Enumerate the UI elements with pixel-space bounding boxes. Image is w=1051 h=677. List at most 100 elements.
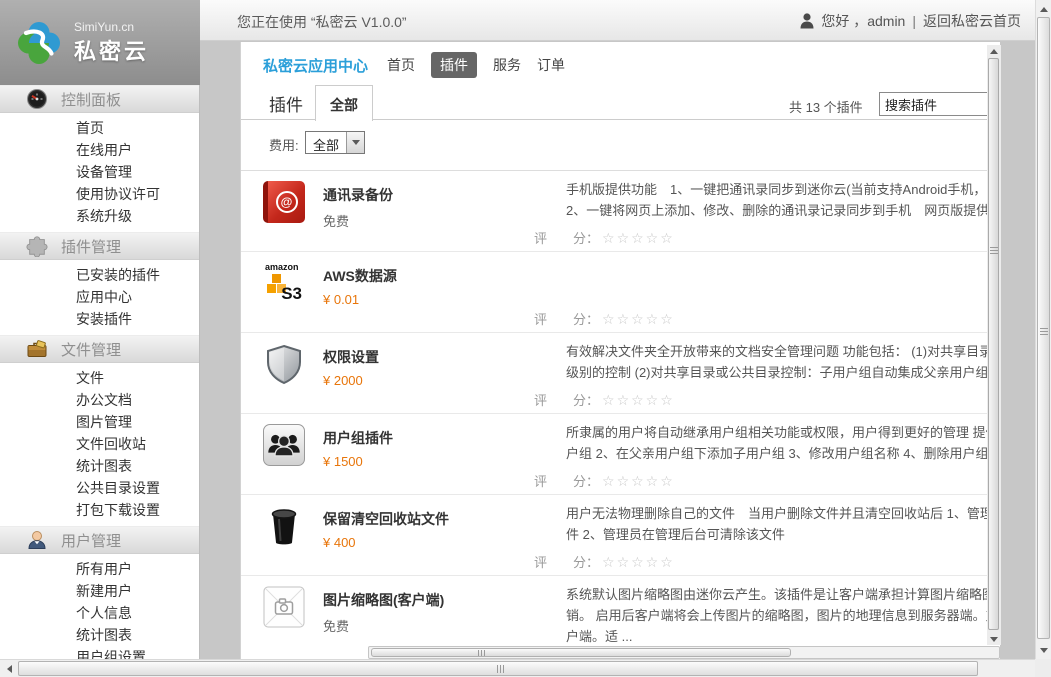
trash-bin-icon <box>263 505 305 547</box>
logo-domain: SimiYun.cn <box>74 20 149 34</box>
sidebar-item-office-docs[interactable]: 办公文档 <box>0 389 199 411</box>
pane-vscrollbar-thumb[interactable] <box>988 58 999 630</box>
fee-select-value: 全部 <box>306 132 346 153</box>
user-icon <box>26 529 48 551</box>
address-book-icon: @ <box>263 181 305 223</box>
nav-tab-plugins-active[interactable]: 插件 <box>431 52 477 78</box>
scroll-up-arrow[interactable] <box>987 45 1001 57</box>
fee-filter-row: 费用: 全部 <box>241 120 1000 170</box>
plugin-name[interactable]: AWS数据源 <box>323 266 397 286</box>
window-horizontal-scrollbar[interactable] <box>0 659 1051 677</box>
plugin-row[interactable]: amazonS3 AWS数据源 ¥ 0.01 评分：☆☆☆☆☆ <box>241 252 1000 333</box>
sidebar-item-statistics[interactable]: 统计图表 <box>0 455 199 477</box>
sidebar-item-app-center[interactable]: 应用中心 <box>0 286 199 308</box>
app-center-title: 私密云应用中心 <box>263 55 368 76</box>
plugin-rating: 评分：☆☆☆☆☆ <box>534 309 675 328</box>
topbar-separator: | <box>912 13 916 29</box>
plugin-description: 用户无法物理删除自己的文件 当用户删除文件并且清空回收站后 1、管理员在管理后台… <box>566 503 1000 545</box>
plugin-name[interactable]: 保留清空回收站文件 <box>323 509 449 529</box>
plugin-price: ¥ 400 <box>323 535 356 550</box>
chevron-down-icon[interactable] <box>346 132 364 153</box>
plugin-description: 系统默认图片缩略图由迷你云产生。该插件是让客户端承担计算图片缩略图的任务，降低服… <box>566 584 1000 647</box>
sidebar-item-files[interactable]: 文件 <box>0 367 199 389</box>
sidebar-item-recycle-bin[interactable]: 文件回收站 <box>0 433 199 455</box>
plugin-description: 手机版提供功能 1、一键把通讯录同步到迷你云(当前支持Android手机，iPh… <box>566 179 1000 221</box>
window-hscrollbar-thumb[interactable] <box>18 661 978 676</box>
sidebar-item-system-upgrade[interactable]: 系统升级 <box>0 205 199 227</box>
photo-thumbnail-icon <box>263 586 305 628</box>
plugin-price: ¥ 1500 <box>323 454 363 469</box>
plugin-count-text: 共 13 个插件 <box>789 97 863 116</box>
return-home-link[interactable]: 返回私密云首页 <box>923 11 1021 31</box>
fee-label: 费用: <box>269 135 299 154</box>
sidebar-item-install-plugin[interactable]: 安装插件 <box>0 308 199 330</box>
shield-icon <box>263 343 305 385</box>
sidebar-item-installed-plugins[interactable]: 已安装的插件 <box>0 264 199 286</box>
sidebar-item-home[interactable]: 首页 <box>0 117 199 139</box>
scroll-left-arrow[interactable] <box>1 660 18 677</box>
person-icon <box>800 13 814 29</box>
sidebar-section-user-management: 用户管理 <box>0 526 199 554</box>
scroll-down-arrow[interactable] <box>987 633 1001 645</box>
plugin-row[interactable]: @ 通讯录备份 免费 手机版提供功能 1、一键把通讯录同步到迷你云(当前支持An… <box>241 171 1000 252</box>
sidebar-item-online-users[interactable]: 在线用户 <box>0 139 199 161</box>
logo-name: 私密云 <box>74 34 149 66</box>
sidebar-item-public-dir-settings[interactable]: 公共目录设置 <box>0 477 199 499</box>
star-rating-icons: ☆☆☆☆☆ <box>602 311 675 327</box>
sidebar-item-device-management[interactable]: 设备管理 <box>0 161 199 183</box>
section-title: 插件管理 <box>61 236 121 257</box>
plugin-section-label: 插件 <box>269 91 303 116</box>
window-vscrollbar-thumb[interactable] <box>1037 17 1050 639</box>
plugin-name[interactable]: 用户组插件 <box>323 428 393 448</box>
pane-vertical-scrollbar[interactable] <box>987 45 1001 645</box>
greeting-text: 您好 ，admin <box>821 11 905 31</box>
plugin-name[interactable]: 通讯录备份 <box>323 185 393 205</box>
sidebar-item-user-statistics[interactable]: 统计图表 <box>0 624 199 646</box>
search-input[interactable] <box>879 92 1000 116</box>
briefcase-icon <box>26 338 48 360</box>
topbar: 您正在使用 “私密云 V1.0.0” 您好 ，admin | 返回私密云首页 <box>200 0 1035 41</box>
simiyun-logo-icon <box>16 20 62 66</box>
sidebar-section-file-management: 文件管理 <box>0 335 199 363</box>
nav-tab-orders[interactable]: 订单 <box>537 55 565 75</box>
plugin-row[interactable]: 保留清空回收站文件 ¥ 400 用户无法物理删除自己的文件 当用户删除文件并且清… <box>241 495 1000 576</box>
plugin-name[interactable]: 权限设置 <box>323 347 379 367</box>
section-title: 文件管理 <box>61 339 121 360</box>
sidebar-item-new-user[interactable]: 新建用户 <box>0 580 199 602</box>
plugin-row[interactable]: 用户组插件 ¥ 1500 所隶属的用户将自动继承用户组相关功能或权限，用户得到更… <box>241 414 1000 495</box>
puzzle-icon <box>26 235 48 257</box>
pane-hscrollbar-thumb[interactable] <box>371 648 791 657</box>
plugin-rating: 评分：☆☆☆☆☆ <box>534 390 675 409</box>
scroll-up-arrow[interactable] <box>1036 1 1051 17</box>
fee-select[interactable]: 全部 <box>305 131 365 154</box>
sidebar-item-personal-info[interactable]: 个人信息 <box>0 602 199 624</box>
window-vertical-scrollbar[interactable] <box>1035 0 1051 659</box>
scrollbar-corner <box>1035 659 1051 677</box>
app-center-nav: 首页 插件 服务 订单 <box>387 52 565 78</box>
sidebar-item-package-download-settings[interactable]: 打包下载设置 <box>0 499 199 521</box>
app-window: SimiYun.cn 私密云 您正在使用 “私密云 V1.0.0” 您好 ，ad… <box>0 0 1051 677</box>
plugin-rating: 评分：☆☆☆☆☆ <box>534 228 675 247</box>
star-rating-icons: ☆☆☆☆☆ <box>602 473 675 489</box>
plugin-rating: 评分：☆☆☆☆☆ <box>534 552 675 571</box>
version-status-text: 您正在使用 “私密云 V1.0.0” <box>237 12 407 32</box>
sidebar-item-all-users[interactable]: 所有用户 <box>0 558 199 580</box>
section-title: 用户管理 <box>61 530 121 551</box>
sidebar-item-image-management[interactable]: 图片管理 <box>0 411 199 433</box>
section-title: 控制面板 <box>61 89 121 110</box>
nav-tab-services[interactable]: 服务 <box>493 55 521 75</box>
tab-all[interactable]: 全部 <box>315 85 373 121</box>
pane-horizontal-scrollbar[interactable] <box>368 646 1000 659</box>
aws-s3-icon: amazonS3 <box>263 262 305 304</box>
logo-block: SimiYun.cn 私密云 <box>0 0 200 85</box>
nav-tab-home[interactable]: 首页 <box>387 55 415 75</box>
scroll-down-arrow[interactable] <box>1036 642 1051 658</box>
sidebar: 控制面板 首页 在线用户 设备管理 使用协议许可 系统升级 插件管理 已安装的插… <box>0 85 200 659</box>
plugin-description: 有效解决文件夹全开放带来的文档安全管理问题 功能包括： (1)对共享目录或公共目… <box>566 341 1000 383</box>
plugin-price: 免费 <box>323 211 349 230</box>
sidebar-item-license[interactable]: 使用协议许可 <box>0 183 199 205</box>
app-center-pane: 私密云应用中心 首页 插件 服务 订单 插件 全部 共 13 个插件 费用: 全… <box>240 42 1000 659</box>
sidebar-section-plugin-management: 插件管理 <box>0 232 199 260</box>
plugin-name[interactable]: 图片缩略图(客户端) <box>323 590 444 610</box>
plugin-row[interactable]: 权限设置 ¥ 2000 有效解决文件夹全开放带来的文档安全管理问题 功能包括： … <box>241 333 1000 414</box>
